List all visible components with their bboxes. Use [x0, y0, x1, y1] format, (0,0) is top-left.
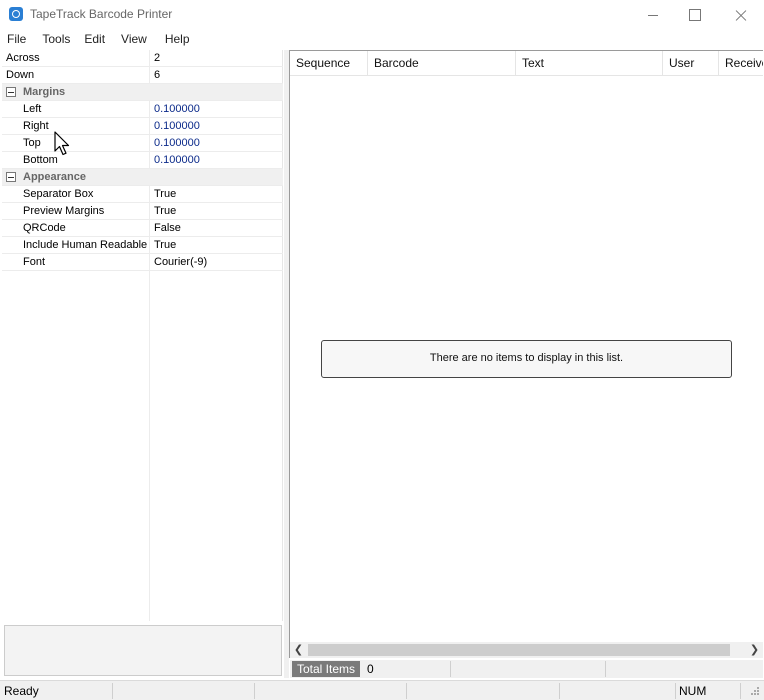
status-text: Ready	[4, 684, 39, 698]
property-value[interactable]: 0.100000	[154, 154, 200, 166]
barcode-list-view[interactable]: Sequence Barcode Text User Received Ther…	[289, 50, 763, 658]
property-value[interactable]: 0.100000	[154, 120, 200, 132]
menu-tools[interactable]: Tools	[37, 30, 75, 48]
menu-file[interactable]: File	[2, 30, 31, 48]
column-header-sequence[interactable]: Sequence	[290, 51, 368, 76]
status-separator	[740, 683, 741, 699]
category-name: Margins	[23, 86, 66, 98]
scrollbar-thumb[interactable]	[308, 644, 730, 656]
maximize-button[interactable]	[672, 0, 718, 30]
property-row-left[interactable]: Left 0.100000	[2, 101, 283, 118]
app-logo-icon	[9, 7, 23, 21]
status-separator	[254, 683, 255, 699]
title-bar: TapeTrack Barcode Printer	[0, 0, 764, 30]
collapse-minus-icon[interactable]	[6, 87, 16, 97]
property-value[interactable]: 0.100000	[154, 103, 200, 115]
status-separator	[559, 683, 560, 699]
property-name: Font	[23, 256, 46, 268]
column-header-user[interactable]: User	[663, 51, 719, 76]
property-row-preview-margins[interactable]: Preview Margins True	[2, 203, 283, 220]
menu-view[interactable]: View	[116, 30, 152, 48]
column-header-received[interactable]: Received	[719, 51, 763, 76]
empty-list-message: There are no items to display in this li…	[321, 340, 732, 378]
collapse-minus-icon[interactable]	[6, 172, 16, 182]
column-header-text[interactable]: Text	[516, 51, 663, 76]
property-value[interactable]: 2	[154, 52, 160, 64]
footer-separator	[450, 661, 451, 677]
property-row-right[interactable]: Right 0.100000	[2, 118, 283, 135]
property-name: Include Human Readable	[23, 239, 148, 251]
num-lock-indicator: NUM	[679, 684, 707, 698]
property-value[interactable]: False	[154, 222, 181, 234]
window-title: TapeTrack Barcode Printer	[30, 7, 173, 21]
chevron-left-icon[interactable]: ❮	[290, 642, 307, 658]
menu-edit[interactable]: Edit	[79, 30, 110, 48]
property-name: Across	[6, 52, 40, 64]
property-row-qrcode[interactable]: QRCode False	[2, 220, 283, 237]
list-header: Sequence Barcode Text User Received	[290, 51, 763, 76]
property-row-separator-box[interactable]: Separator Box True	[2, 186, 283, 203]
category-margins[interactable]: Margins	[2, 84, 283, 101]
category-name: Appearance	[23, 171, 86, 183]
property-value[interactable]: Courier(-9)	[154, 256, 207, 268]
property-name: QRCode	[23, 222, 66, 234]
property-description-pane	[4, 625, 282, 676]
property-grid: Across 2 Down 6 Margins Left 0.100000 Ri…	[2, 50, 283, 621]
property-row-include-human-readable[interactable]: Include Human Readable True	[2, 237, 283, 254]
status-bar: Ready NUM	[0, 680, 764, 700]
property-value[interactable]: True	[154, 188, 176, 200]
minimize-button[interactable]	[630, 0, 676, 30]
property-row-bottom[interactable]: Bottom 0.100000	[2, 152, 283, 169]
property-name: Left	[23, 103, 42, 115]
menu-help[interactable]: Help	[160, 30, 195, 48]
status-separator	[112, 683, 113, 699]
property-value[interactable]: True	[154, 239, 176, 251]
footer-separator	[605, 661, 606, 677]
property-name: Right	[23, 120, 49, 132]
column-header-barcode[interactable]: Barcode	[368, 51, 516, 76]
property-value[interactable]: 0.100000	[154, 137, 200, 149]
menu-bar: File Tools Edit View Help	[0, 30, 764, 48]
category-appearance[interactable]: Appearance	[2, 169, 283, 186]
close-button[interactable]	[718, 0, 764, 30]
property-value[interactable]: 6	[154, 69, 160, 81]
property-value[interactable]: True	[154, 205, 176, 217]
property-row-across[interactable]: Across 2	[2, 50, 283, 67]
property-row-top[interactable]: Top 0.100000	[2, 135, 283, 152]
resize-grip-icon[interactable]	[748, 686, 760, 698]
property-row-font[interactable]: Font Courier(-9)	[2, 254, 283, 271]
horizontal-scrollbar[interactable]: ❮ ❯	[290, 642, 763, 658]
property-name: Down	[6, 69, 35, 81]
property-name: Top	[23, 137, 41, 149]
mouse-pointer-icon	[54, 131, 70, 156]
property-row-down[interactable]: Down 6	[2, 67, 283, 84]
list-footer: Total Items 0	[290, 660, 763, 678]
status-separator	[406, 683, 407, 699]
total-items-value: 0	[367, 662, 374, 676]
property-name: Preview Margins	[23, 205, 105, 217]
property-name: Bottom	[23, 154, 58, 166]
chevron-right-icon[interactable]: ❯	[746, 642, 763, 658]
status-separator	[675, 683, 676, 699]
property-name: Separator Box	[23, 188, 94, 200]
total-items-label: Total Items	[292, 661, 361, 677]
